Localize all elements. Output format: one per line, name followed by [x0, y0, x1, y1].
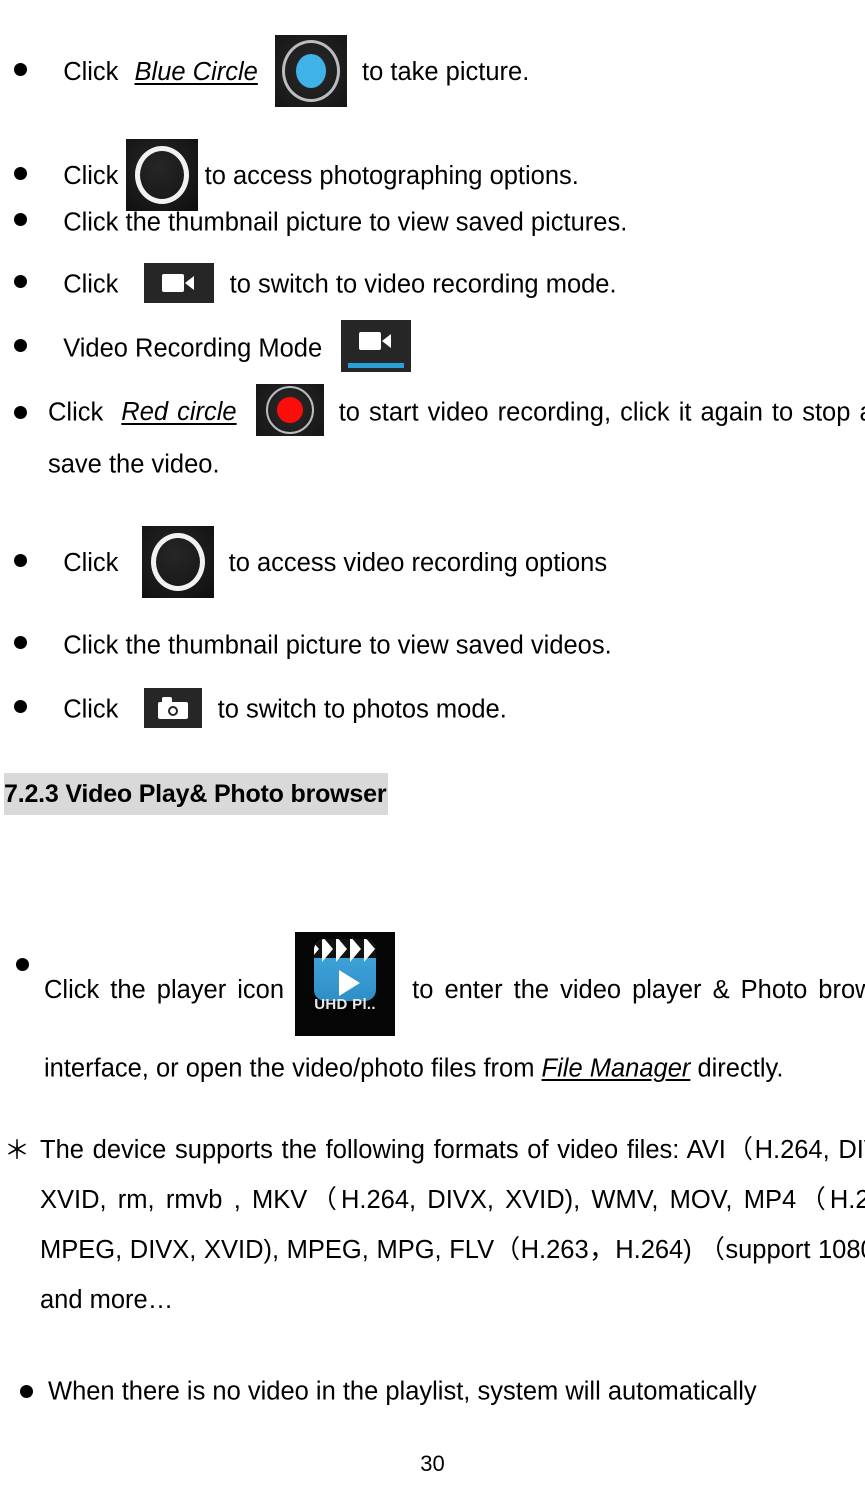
manual-page: Click Blue Circle to take picture. Click…	[0, 0, 865, 1485]
photo-camera-glyph	[157, 697, 188, 720]
instruction-prefix: Video Recording Mode	[63, 334, 323, 363]
shutter-inner-blue	[295, 54, 326, 88]
instruction-prefix: Click	[63, 549, 119, 577]
bullet-icon	[16, 958, 29, 971]
instruction-suffix: to access video recording options	[228, 549, 608, 577]
bullet-icon	[14, 274, 27, 288]
instruction-video-recording-options: Click to access video recording options	[14, 526, 854, 599]
player-bullet-suffix: directly.	[690, 1054, 784, 1083]
bullet-icon	[14, 553, 27, 567]
page-title: 7.2.3 Video Play& Photo browser	[4, 773, 389, 815]
bullet-icon	[14, 62, 27, 76]
player-bullet-prefix: Click the player icon	[44, 976, 285, 1004]
instruction-suffix: to switch to photos mode.	[217, 695, 507, 724]
uhd-player-icon[interactable]: UHD Pl..	[295, 932, 396, 1036]
blue-circle-shutter-icon[interactable]	[274, 35, 347, 107]
emphasis-blue-circle: Blue Circle	[134, 58, 258, 86]
supported-formats-note: ＊ The device supports the following form…	[0, 1125, 865, 1325]
emphasis-file-manager: File Manager	[541, 1054, 691, 1083]
instruction-prefix: Click	[48, 398, 104, 427]
video-camera-active-icon[interactable]	[341, 320, 412, 373]
clapper-stripe	[314, 939, 320, 962]
camcorder-body	[359, 332, 382, 351]
instruction-view-saved-pictures: Click the thumbnail picture to view save…	[14, 196, 854, 247]
bullet-icon	[14, 166, 27, 180]
instruction-empty-playlist: When there is no video in the playlist, …	[4, 1365, 865, 1416]
uhd-player-label: UHD Pl..	[314, 996, 376, 1013]
camcorder-lens	[184, 276, 194, 291]
camcorder-body	[161, 274, 184, 293]
camcorder-lens	[382, 334, 392, 349]
video-camera-glyph	[359, 331, 393, 351]
instruction-text: Click the thumbnail picture to view save…	[63, 631, 612, 660]
instruction-prefix: Click	[63, 270, 119, 299]
shutter-inner-red	[276, 397, 303, 424]
instruction-take-picture: Click Blue Circle to take picture.	[14, 35, 854, 108]
options-ring	[150, 533, 205, 591]
supported-formats-text: The device supports the following format…	[40, 1136, 865, 1314]
clapperboard-icon	[314, 939, 377, 962]
camera-lens	[167, 706, 178, 717]
bullet-icon	[14, 338, 27, 352]
instruction-video-recording-mode: Video Recording Mode	[14, 320, 854, 374]
instruction-start-video-recording: Click Red circle to start video recordin…	[0, 384, 865, 490]
section-heading-wrapper: 7.2.3 Video Play& Photo browser	[4, 773, 844, 815]
emphasis-red-circle: Red circle	[121, 398, 237, 427]
instruction-view-saved-videos: Click the thumbnail picture to view save…	[14, 619, 854, 670]
clapper-stripe	[336, 939, 348, 962]
playlist-note-text: When there is no video in the playlist, …	[48, 1377, 757, 1406]
active-mode-indicator	[348, 363, 405, 369]
photo-camera-icon[interactable]	[143, 688, 202, 729]
instruction-suffix: to access photographing options.	[204, 162, 579, 190]
instruction-open-player: Click the player icon UHD Pl.. to enter …	[0, 932, 865, 1093]
instruction-text: Click the thumbnail picture to view save…	[63, 208, 628, 237]
instruction-prefix: Click	[63, 695, 119, 724]
video-camera-glyph	[161, 273, 196, 293]
red-circle-record-icon[interactable]	[255, 384, 324, 437]
bullet-icon	[20, 1385, 33, 1398]
instruction-switch-to-video-mode: Click to switch to video recording mode.	[14, 258, 854, 309]
clapper-stripe	[322, 939, 334, 962]
instruction-suffix: to switch to video recording mode.	[229, 270, 617, 299]
bullet-icon	[14, 212, 27, 226]
video-camera-icon[interactable]	[143, 263, 214, 304]
instruction-prefix: Click	[63, 58, 119, 86]
clapper-stripe	[350, 939, 362, 962]
instruction-suffix: to take picture.	[362, 58, 530, 86]
bullet-icon	[14, 406, 27, 419]
bullet-icon	[14, 635, 27, 649]
clapper-stripe	[364, 939, 376, 962]
page-number: 30	[420, 1451, 445, 1476]
white-ring-options-icon[interactable]	[141, 526, 214, 598]
bullet-icon	[14, 699, 27, 713]
asterisk-marker: ＊	[4, 1135, 31, 1165]
instruction-switch-to-photos-mode: Click to switch to photos mode.	[14, 683, 854, 734]
instruction-prefix: Click	[63, 162, 119, 190]
